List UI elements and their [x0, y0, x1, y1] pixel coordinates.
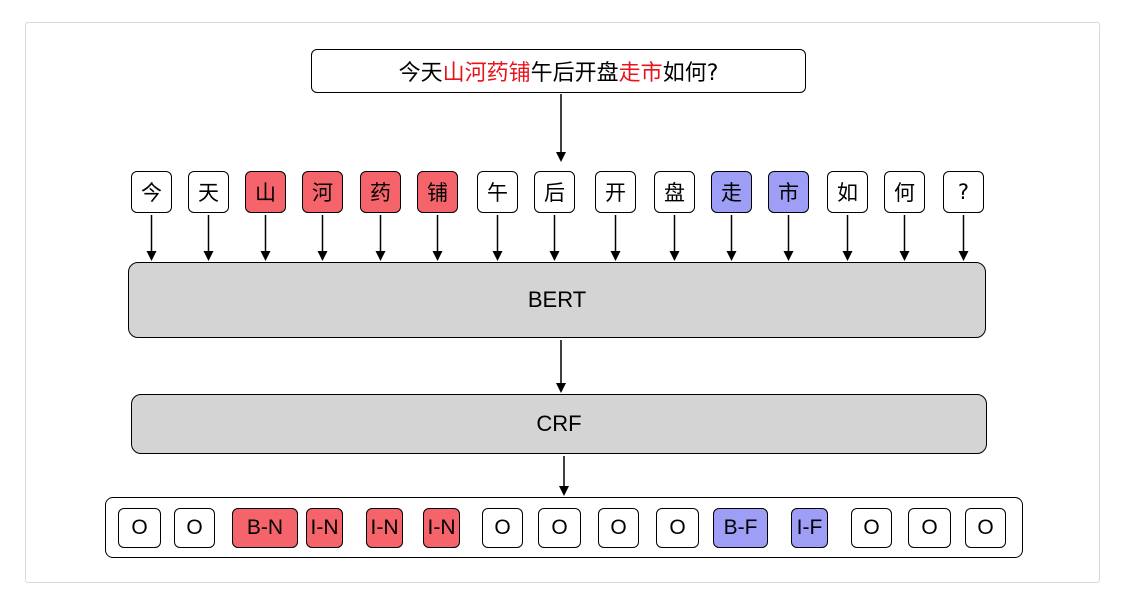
token-box: 午	[477, 171, 518, 213]
input-sentence: 今天 山河药铺 午后开盘 走市 如何?	[311, 49, 806, 93]
token-box: 如	[827, 171, 868, 213]
token-box: 开	[595, 171, 636, 213]
sentence-text-span: 今天	[398, 61, 443, 86]
bert-label: BERT	[527, 287, 587, 312]
token-box: ?	[943, 171, 984, 213]
token-box: 走	[711, 171, 752, 213]
output-label-box: I-N	[423, 508, 460, 548]
sentence-entity-span: 走市	[618, 61, 663, 86]
token-box: 天	[188, 171, 229, 213]
token-box: 今	[131, 171, 172, 213]
crf-label: CRF	[536, 411, 582, 436]
sentence-entity-span: 山河药铺	[442, 61, 531, 86]
sentence-text-span: 如何?	[662, 61, 719, 86]
output-label-box: O	[656, 508, 699, 548]
output-label-box: O	[851, 508, 892, 548]
output-label-box: I-N	[306, 508, 343, 548]
output-label-box: O	[908, 508, 951, 548]
output-label-box: O	[965, 508, 1006, 548]
output-label-box: O	[118, 508, 161, 548]
output-label-box: I-F	[791, 508, 828, 548]
token-box: 盘	[654, 171, 695, 213]
sentence-text-span: 午后开盘	[530, 61, 619, 86]
token-box: 后	[534, 171, 575, 213]
token-box: 市	[768, 171, 809, 213]
token-box: 何	[884, 171, 925, 213]
output-label-box: O	[482, 508, 523, 548]
output-label-box: O	[174, 508, 215, 548]
crf-layer: CRF	[131, 394, 987, 454]
output-label-box: B-N	[232, 508, 298, 548]
token-box: 山	[245, 171, 286, 213]
output-label-box: O	[538, 508, 581, 548]
token-box: 药	[360, 171, 401, 213]
token-box: 铺	[417, 171, 458, 213]
output-label-box: B-F	[713, 508, 768, 548]
token-box: 河	[302, 171, 343, 213]
bert-layer: BERT	[128, 262, 986, 338]
output-label-box: I-N	[366, 508, 403, 548]
output-label-box: O	[598, 508, 639, 548]
